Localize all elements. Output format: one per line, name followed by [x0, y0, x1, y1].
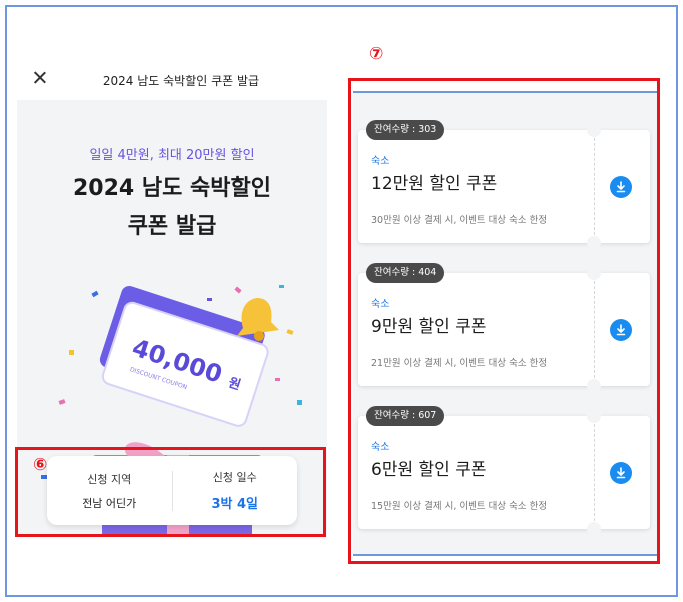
hero-subtitle: 일일 4만원, 최대 20만원 할인 [89, 148, 255, 163]
annotation-marker-6: ⑥ [33, 455, 48, 475]
hero-title: 2024 남도 숙박할인 쿠폰 발급 [17, 170, 327, 246]
annotation-marker-7: ⑦ [369, 44, 384, 64]
hero-title-line2: 쿠폰 발급 [127, 214, 217, 239]
page-title: 2024 남도 숙박할인 쿠폰 발급 [102, 74, 260, 88]
highlight-box-7 [348, 78, 660, 564]
bell-icon [237, 298, 279, 341]
highlight-box-6 [15, 447, 326, 537]
close-icon[interactable] [31, 69, 49, 87]
hero-title-line1: 2024 남도 숙박할인 [73, 176, 271, 201]
